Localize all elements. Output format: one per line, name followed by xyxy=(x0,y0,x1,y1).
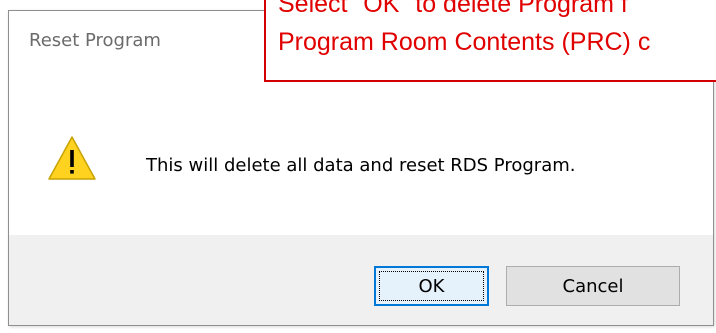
ok-button-label: OK xyxy=(418,275,445,297)
callout-line-1: Select "OK" to delete Program f xyxy=(278,0,628,18)
ok-button[interactable]: OK xyxy=(374,266,489,306)
cancel-button[interactable]: Cancel xyxy=(506,266,680,306)
dialog-title: Reset Program xyxy=(29,30,161,51)
screen: Reset Program This will delete all data … xyxy=(0,0,716,333)
warning-icon xyxy=(48,136,96,180)
dialog-message: This will delete all data and reset RDS … xyxy=(146,155,576,176)
cancel-button-label: Cancel xyxy=(562,275,624,297)
dialog-content: This will delete all data and reset RDS … xyxy=(9,73,713,236)
callout-line-2: Program Room Contents (PRC) c xyxy=(278,28,651,56)
dialog-footer: OK Cancel xyxy=(9,235,713,325)
instruction-callout: Select "OK" to delete Program f Program … xyxy=(264,0,716,82)
